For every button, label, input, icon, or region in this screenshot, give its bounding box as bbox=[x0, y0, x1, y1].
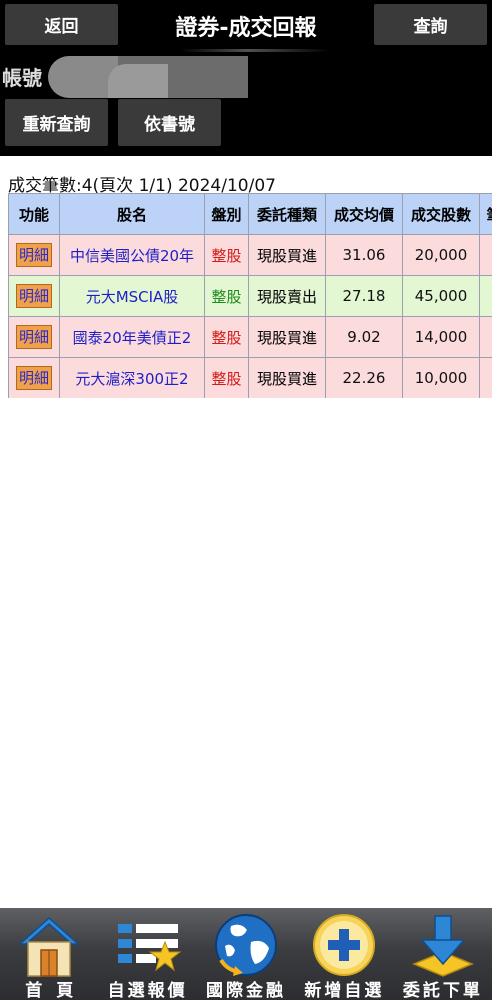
order-type: 現股買進 bbox=[248, 234, 326, 276]
back-button[interactable]: 返回 bbox=[5, 4, 118, 45]
watchlist-quote-icon bbox=[113, 912, 183, 978]
detail-button[interactable]: 明細 bbox=[15, 325, 52, 349]
board-type: 整股 bbox=[204, 357, 249, 398]
board-type: 整股 bbox=[204, 275, 249, 317]
add-watchlist-icon bbox=[309, 912, 379, 978]
table-row: 明細 國泰20年美債正2 整股 現股買進 9.02 14,000 bbox=[8, 316, 492, 358]
globe-icon bbox=[211, 912, 281, 978]
stock-name: 國泰20年美債正2 bbox=[59, 316, 205, 358]
account-label: 帳號 bbox=[2, 66, 42, 90]
shares: 45,000 bbox=[402, 275, 480, 317]
page-title: 證券-成交回報 bbox=[175, 16, 317, 41]
column-header-board: 盤別 bbox=[204, 193, 249, 235]
truncated-cell bbox=[479, 357, 492, 398]
nav-home-label: 首頁 bbox=[25, 981, 88, 1000]
truncated-cell bbox=[479, 234, 492, 276]
avg-price: 27.18 bbox=[325, 275, 403, 317]
detail-button[interactable]: 明細 bbox=[15, 284, 52, 308]
order-type: 現股買進 bbox=[248, 316, 326, 358]
nav-home[interactable]: 首頁 bbox=[0, 908, 98, 1000]
shares: 10,000 bbox=[402, 357, 480, 398]
by-book-number-button[interactable]: 依書號 bbox=[118, 99, 221, 146]
requery-button[interactable]: 重新查詢 bbox=[5, 99, 108, 146]
title-underline bbox=[180, 49, 330, 52]
board-type: 整股 bbox=[204, 234, 249, 276]
nav-international-finance[interactable]: 國際金融 bbox=[197, 908, 295, 1000]
nav-add-watchlist[interactable]: 新增自選 bbox=[295, 908, 393, 1000]
order-type: 現股賣出 bbox=[248, 275, 326, 317]
column-header-stock-name: 股名 bbox=[59, 193, 205, 235]
detail-button[interactable]: 明細 bbox=[15, 243, 52, 267]
stock-name: 元大滬深300正2 bbox=[59, 357, 205, 398]
trade-table-container[interactable]: 功能 股名 盤別 委託種類 成交均價 成交股數 筆 明細 中信美國公債20年 整… bbox=[8, 193, 492, 398]
table-row: 明細 元大滬深300正2 整股 現股買進 22.26 10,000 bbox=[8, 357, 492, 398]
nav-place-order-label: 委託下單 bbox=[402, 981, 483, 1000]
truncated-cell bbox=[479, 316, 492, 358]
avg-price: 9.02 bbox=[325, 316, 403, 358]
avg-price: 22.26 bbox=[325, 357, 403, 398]
stock-name: 中信美國公債20年 bbox=[59, 234, 205, 276]
shares: 20,000 bbox=[402, 234, 480, 276]
order-type: 現股買進 bbox=[248, 357, 326, 398]
column-header-avg-price: 成交均價 bbox=[325, 193, 403, 235]
trade-report-screen: 返回 證券-成交回報 查詢 帳號 重新查詢 依書號 成交筆數:4(頁次 1/1)… bbox=[0, 0, 492, 1000]
column-header-order-type: 委託種類 bbox=[248, 193, 326, 235]
table-row: 明細 中信美國公債20年 整股 現股買進 31.06 20,000 bbox=[8, 234, 492, 276]
top-header: 返回 證券-成交回報 查詢 帳號 重新查詢 依書號 bbox=[0, 0, 492, 156]
stock-name: 元大MSCIA股 bbox=[59, 275, 205, 317]
trade-table: 功能 股名 盤別 委託種類 成交均價 成交股數 筆 明細 中信美國公債20年 整… bbox=[8, 193, 492, 398]
column-header-function: 功能 bbox=[8, 193, 60, 235]
bottom-navigation: 首頁 自選報價 國際金融 新增自選 委託下單 bbox=[0, 908, 492, 1000]
table-header-row: 功能 股名 盤別 委託種類 成交均價 成交股數 筆 bbox=[8, 193, 492, 235]
nav-place-order[interactable]: 委託下單 bbox=[394, 908, 492, 1000]
shares: 14,000 bbox=[402, 316, 480, 358]
home-icon bbox=[14, 912, 84, 978]
nav-watchlist-quote-label: 自選報價 bbox=[107, 981, 188, 1000]
truncated-cell bbox=[479, 275, 492, 317]
column-header-shares: 成交股數 bbox=[402, 193, 480, 235]
account-number-masked[interactable] bbox=[48, 56, 248, 98]
nav-watchlist-quote[interactable]: 自選報價 bbox=[98, 908, 196, 1000]
detail-button[interactable]: 明細 bbox=[15, 366, 52, 390]
nav-international-finance-label: 國際金融 bbox=[206, 981, 287, 1000]
column-header-truncated: 筆 bbox=[479, 193, 492, 235]
place-order-icon bbox=[408, 912, 478, 978]
nav-add-watchlist-label: 新增自選 bbox=[304, 981, 385, 1000]
query-button[interactable]: 查詢 bbox=[374, 4, 487, 45]
table-row: 明細 元大MSCIA股 整股 現股賣出 27.18 45,000 bbox=[8, 275, 492, 317]
avg-price: 31.06 bbox=[325, 234, 403, 276]
board-type: 整股 bbox=[204, 316, 249, 358]
